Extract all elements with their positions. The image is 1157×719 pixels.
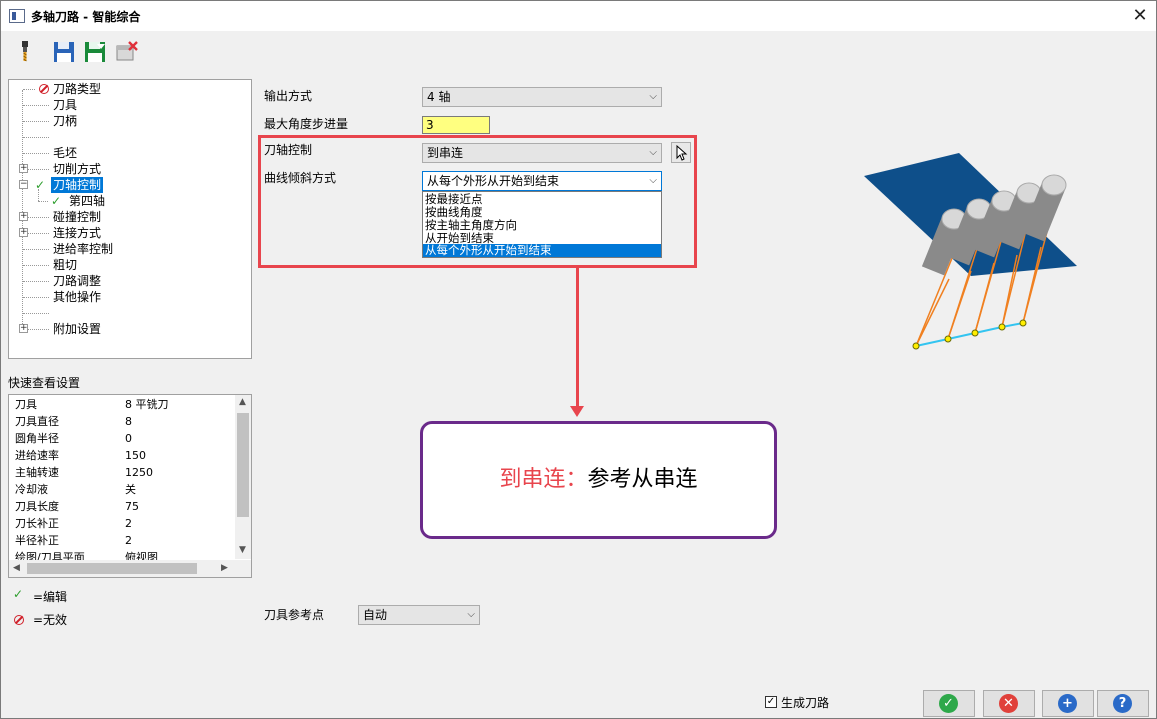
output-label: 输出方式 xyxy=(264,89,313,103)
scroll-up-icon[interactable]: ▲ xyxy=(239,397,246,407)
max-angle-input[interactable]: 3 xyxy=(422,116,490,134)
scroll-left-icon[interactable]: ◀ xyxy=(13,563,20,573)
tree-item-label: 第四轴 xyxy=(69,194,106,208)
tree-item-label: 其他操作 xyxy=(53,290,102,304)
tilt-dropdown-list: 按最接近点 按曲线角度 按主轴主角度方向 从开始到结束 从每个外形从开始到结束 xyxy=(422,191,662,258)
quick-view-title: 快速查看设置 xyxy=(8,376,81,390)
tree-item-label: 毛坯 xyxy=(53,146,78,160)
callout-key: 到串连： xyxy=(499,467,588,492)
tilt-label: 曲线倾斜方式 xyxy=(264,171,337,185)
chevron-down-icon: ⌵ xyxy=(467,609,475,620)
axis-control-select[interactable]: 到串连 ⌵ xyxy=(422,143,662,163)
generate-toolpath-checkbox[interactable]: ✓ xyxy=(765,696,777,708)
list-item: 进给速率 150 xyxy=(15,449,146,462)
list-item: 刀具长度 75 xyxy=(15,500,139,513)
close-icon: ✕ xyxy=(999,694,1018,713)
tree-item-label: 刀柄 xyxy=(53,114,78,128)
main-window: 多轴刀路 - 智能综合 ✕ 刀路类型 刀具 刀柄 毛坯 + 切削方式 − ✓ 刀… xyxy=(0,0,1157,719)
tree-guide xyxy=(22,90,23,330)
tool-ref-select[interactable]: 自动 ⌵ xyxy=(358,605,480,625)
invalid-icon xyxy=(14,615,24,625)
tree-item-label: 粗切 xyxy=(53,258,78,272)
axis-control-value: 到串连 xyxy=(427,146,464,160)
select-chain-button[interactable] xyxy=(671,142,691,163)
title-bar: 多轴刀路 - 智能综合 ✕ xyxy=(1,1,1156,31)
vertical-scrollbar[interactable]: ▲ ▼ xyxy=(235,395,251,559)
save-as-icon[interactable] xyxy=(83,40,107,64)
cancel-button[interactable]: ✕ xyxy=(983,690,1035,717)
plus-icon: + xyxy=(1058,694,1077,713)
legend-edited: =编辑 xyxy=(33,590,68,604)
tilt-select-value: 从每个外形从开始到结束 xyxy=(427,174,560,188)
tree-item-label: 刀路调整 xyxy=(53,274,102,288)
quick-view-list[interactable]: 刀具 8 平铣刀 刀具直径 8 圆角半径 0 进给速率 150 主轴转速 1250 冷却液… xyxy=(8,394,252,578)
app-icon xyxy=(9,9,25,23)
axis-control-label: 刀轴控制 xyxy=(264,143,313,157)
list-item: 刀具 8 平铣刀 xyxy=(15,398,169,411)
settings-tree: 刀路类型 刀具 刀柄 毛坯 + 切削方式 − ✓ 刀轴控制 ✓ 第四轴 + 碰撞… xyxy=(8,79,252,359)
tree-item-label: 碰撞控制 xyxy=(53,210,102,224)
delete-icon[interactable] xyxy=(115,40,139,64)
tree-item-label: 刀具 xyxy=(53,98,78,112)
chevron-down-icon: ⌵ xyxy=(649,175,657,186)
tree-item-label: 切削方式 xyxy=(53,162,102,176)
legend-invalid: =无效 xyxy=(33,613,68,627)
dropdown-option-selected[interactable]: 从每个外形从开始到结束 xyxy=(423,244,661,257)
tree-item-label: 刀轴控制 xyxy=(51,177,104,193)
list-item: 冷却液关 xyxy=(15,483,136,496)
tree-item-label: 连接方式 xyxy=(53,226,102,240)
scroll-thumb[interactable] xyxy=(27,563,197,574)
edited-check-icon: ✓ xyxy=(51,194,62,208)
scroll-down-icon[interactable]: ▼ xyxy=(239,545,246,555)
tree-item-label: 进给率控制 xyxy=(53,242,114,256)
chevron-down-icon: ⌵ xyxy=(649,147,657,158)
apply-button[interactable]: + xyxy=(1042,690,1094,717)
tool-ref-value: 自动 xyxy=(363,608,388,622)
save-icon[interactable] xyxy=(52,40,76,64)
annotation-callout: 到串连：参考从串连 xyxy=(420,421,777,539)
tree-item-label: 刀路类型 xyxy=(53,82,102,96)
generate-toolpath-label: 生成刀路 xyxy=(781,696,830,710)
list-item: 半径补正 2 xyxy=(15,534,132,547)
tool-ref-label: 刀具参考点 xyxy=(264,608,325,622)
list-item: 圆角半径 0 xyxy=(15,432,132,445)
check-icon: ✓ xyxy=(939,694,958,713)
expand-icon[interactable]: + xyxy=(19,164,28,173)
close-button[interactable]: ✕ xyxy=(1127,3,1153,29)
expand-icon[interactable]: + xyxy=(19,228,28,237)
window-title: 多轴刀路 - 智能综合 xyxy=(31,10,141,24)
invalid-icon xyxy=(39,84,49,94)
expand-icon[interactable]: + xyxy=(19,212,28,221)
toolbar xyxy=(1,32,1156,72)
output-select-value: 4 轴 xyxy=(427,90,451,104)
edited-check-icon: ✓ xyxy=(35,178,46,192)
expand-icon[interactable]: + xyxy=(19,324,28,333)
horizontal-scrollbar[interactable]: ◀ ▶ xyxy=(9,560,251,577)
max-angle-label: 最大角度步进量 xyxy=(264,117,349,131)
tilt-select[interactable]: 从每个外形从开始到结束 ⌵ xyxy=(422,171,662,191)
callout-text: 参考从串连 xyxy=(587,467,698,492)
annotation-arrow-head xyxy=(570,406,584,417)
preview-chain xyxy=(915,322,1024,347)
cursor-icon xyxy=(676,144,688,161)
output-select[interactable]: 4 轴 ⌵ xyxy=(422,87,662,107)
ok-button[interactable]: ✓ xyxy=(923,690,975,717)
toolpath-preview-image xyxy=(864,153,1077,350)
annotation-arrow-line xyxy=(576,268,579,410)
tree-item-label: 附加设置 xyxy=(53,322,102,336)
list-item: 主轴转速 1250 xyxy=(15,466,153,479)
collapse-icon[interactable]: − xyxy=(19,180,28,189)
scroll-right-icon[interactable]: ▶ xyxy=(221,563,228,573)
help-button[interactable]: ? xyxy=(1097,690,1149,717)
scroll-thumb[interactable] xyxy=(237,413,249,517)
list-item: 刀具直径 8 xyxy=(15,415,132,428)
help-icon: ? xyxy=(1113,694,1132,713)
list-item: 刀长补正 2 xyxy=(15,517,132,530)
tool-icon[interactable] xyxy=(13,40,37,64)
edited-check-icon: ✓ xyxy=(13,587,24,601)
chevron-down-icon: ⌵ xyxy=(649,91,657,102)
